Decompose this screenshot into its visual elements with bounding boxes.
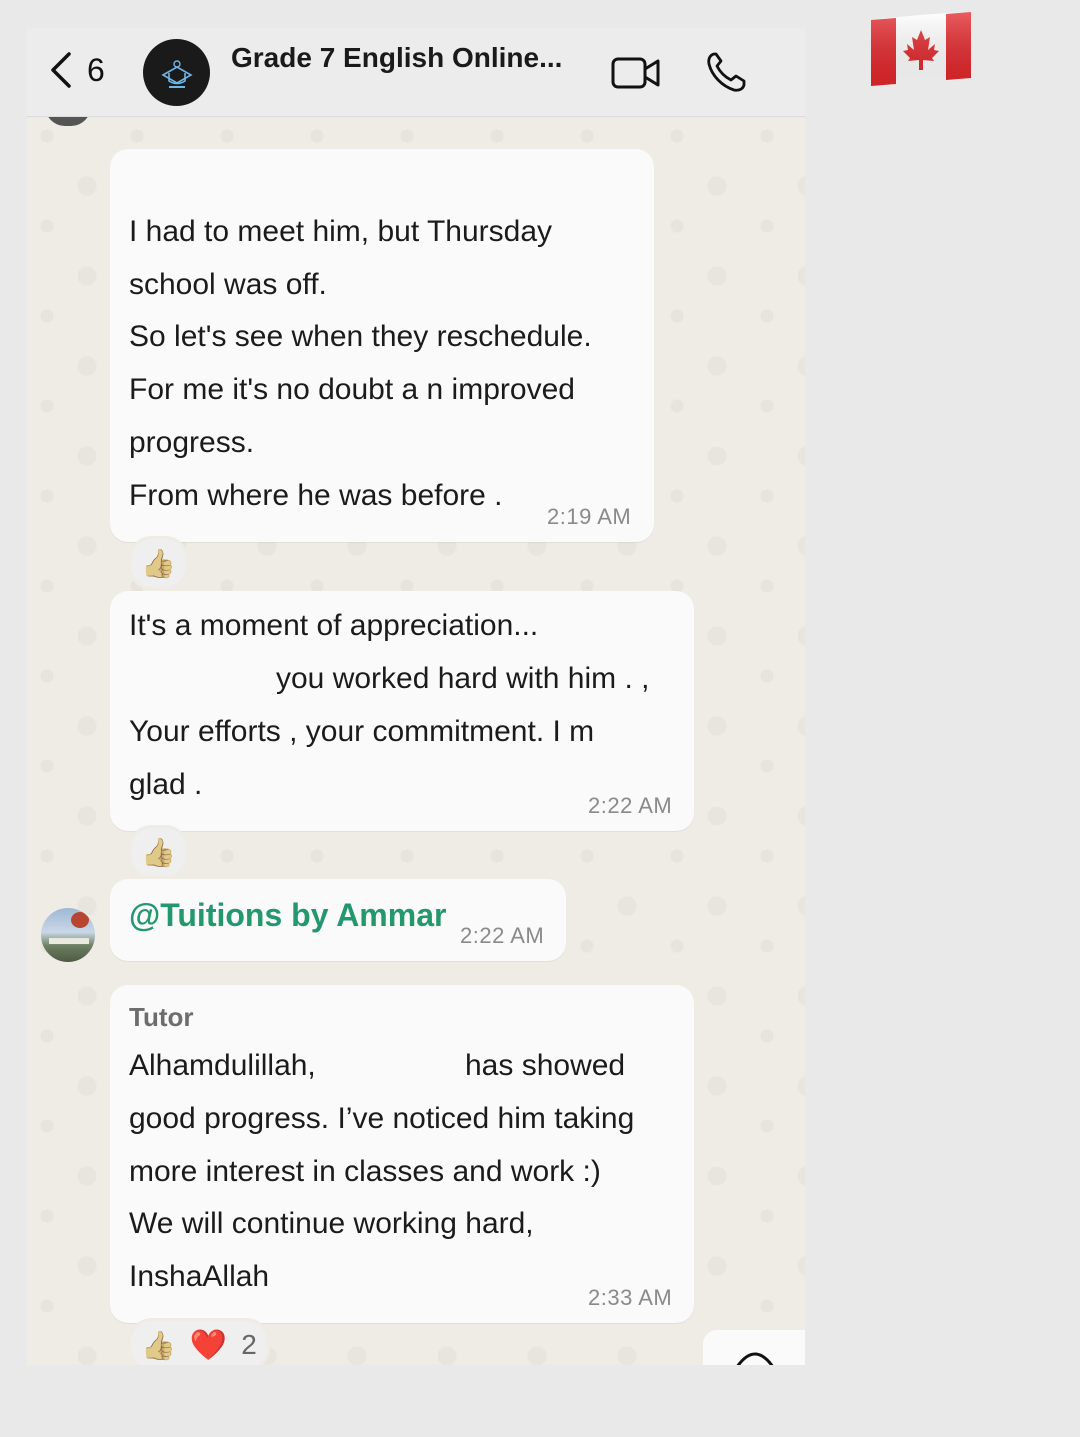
message-text: I had to meet him, but Thursday (129, 215, 553, 248)
message-text: For me it's no doubt a n improved (129, 373, 575, 406)
thumbs-up-icon: 👍 (141, 836, 176, 868)
chat-header: 6 Grade 7 English Online... (27, 28, 805, 117)
mention-link[interactable]: @Tuitions by Ammar (129, 897, 446, 934)
message-text: Alhamdulillah, (129, 1049, 316, 1082)
reaction-count: 2 (241, 1329, 257, 1360)
chevron-down-icon (736, 1352, 774, 1365)
chat-title[interactable]: Grade 7 English Online... (231, 42, 562, 74)
chevron-left-icon (51, 52, 71, 88)
message-text: progress. (129, 426, 255, 459)
message-text: school was off. (129, 268, 327, 301)
message-text: InshaAllah (129, 1260, 270, 1293)
message-bubble[interactable]: It's a moment of appreciation... you wor… (110, 591, 694, 831)
message-bubble[interactable]: Tutor Alhamdulillah, has showed good pro… (110, 985, 694, 1323)
scroll-down-button[interactable] (703, 1330, 805, 1365)
reaction-badge[interactable]: 👍 ❤️ 2 (128, 1318, 270, 1365)
voice-call-button[interactable] (705, 50, 747, 94)
back-button[interactable]: 6 (47, 50, 105, 90)
message-text: you worked hard with him . , (276, 662, 650, 695)
message-text: It's a moment of appreciation... (129, 609, 539, 642)
thumbs-up-icon: 👍 (141, 1329, 176, 1361)
message-bubble[interactable]: I had to meet him, but Thursday school w… (110, 149, 654, 542)
message-time: 2:33 AM (588, 1285, 673, 1310)
group-logo-icon (160, 59, 193, 88)
message-text: good progress. I’ve noticed him taking (129, 1102, 635, 1135)
message-time: 2:22 AM (460, 923, 545, 948)
reaction-badge[interactable]: 👍 (128, 825, 189, 879)
message-time: 2:22 AM (588, 793, 673, 818)
chat-window: 6 Grade 7 English Online... I had to mee… (27, 28, 805, 1365)
canada-flag-icon (871, 12, 971, 86)
message-text: From where he was before . (129, 479, 503, 512)
reaction-badge[interactable]: 👍 (128, 536, 189, 590)
unread-count: 6 (87, 51, 105, 88)
heart-icon: ❤️ (189, 1328, 228, 1362)
message-time: 2:19 AM (547, 504, 632, 529)
sender-avatar[interactable] (41, 908, 95, 962)
message-text: more interest in classes and work :) (129, 1155, 601, 1188)
message-bubble[interactable]: @Tuitions by Ammar 2:22 AM (110, 879, 566, 961)
message-text: We will continue working hard, (129, 1207, 534, 1240)
thumbs-up-icon: 👍 (141, 547, 176, 579)
message-text: has showed (465, 1049, 626, 1082)
sender-name[interactable]: Tutor (129, 1002, 194, 1033)
message-text: glad . (129, 768, 203, 801)
group-avatar[interactable] (143, 39, 210, 106)
message-text: Your efforts , your commitment. I m (129, 715, 595, 748)
video-call-button[interactable] (611, 53, 661, 93)
message-text: So let's see when they reschedule. (129, 320, 592, 353)
